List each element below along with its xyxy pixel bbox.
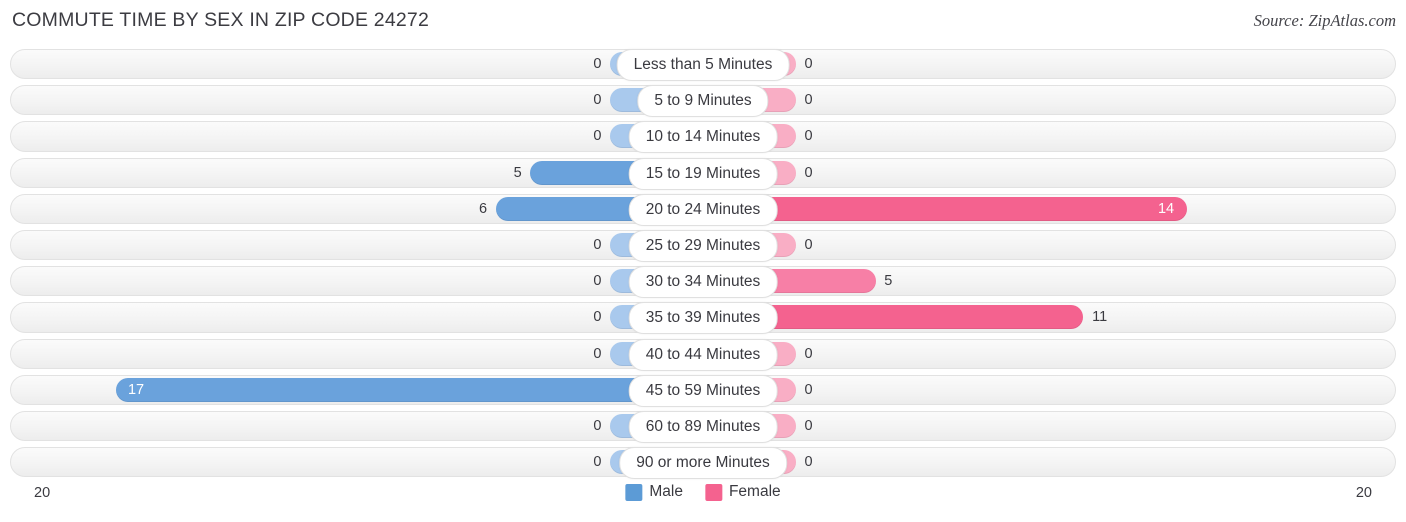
legend-swatch-male-icon (625, 483, 643, 501)
female-bar-slot (703, 269, 1394, 294)
chart-footer: 20 Male Female 20 (10, 482, 1396, 512)
category-label: 15 to 19 Minutes (628, 157, 778, 190)
legend-label-male: Male (649, 483, 683, 500)
legend-label-female: Female (728, 483, 781, 500)
female-value-label: 0 (804, 92, 813, 109)
category-label: 60 to 89 Minutes (628, 410, 778, 443)
axis-label-right-max: 20 (1355, 485, 1372, 501)
category-label: 10 to 14 Minutes (628, 121, 778, 154)
female-value-label: 0 (804, 164, 813, 181)
legend-item-male[interactable]: Male (625, 483, 683, 501)
chart-row: 5 0 15 to 19 Minutes (10, 155, 1396, 191)
chart-row: 0 11 35 to 39 Minutes (10, 299, 1396, 335)
chart-row: 6 14 20 to 24 Minutes (10, 191, 1396, 227)
chart-row: 0 0 10 to 14 Minutes (10, 118, 1396, 154)
male-value-label: 0 (593, 273, 602, 290)
male-value-label: 5 (513, 164, 522, 181)
chart-row: 0 0 5 to 9 Minutes (10, 82, 1396, 118)
source-attribution: Source: ZipAtlas.com (1253, 11, 1396, 30)
chart-row: 0 0 25 to 29 Minutes (10, 227, 1396, 263)
female-value-label: 11 (1092, 309, 1108, 326)
male-value-label: 6 (479, 200, 488, 217)
female-bar-slot (703, 196, 1394, 221)
commute-time-chart: COMMUTE TIME BY SEX IN ZIP CODE 24272 So… (0, 0, 1406, 522)
legend-item-female[interactable]: Female (704, 483, 781, 501)
male-value-label: 0 (593, 92, 602, 109)
male-value-label: 0 (593, 236, 602, 253)
chart-row: 0 0 60 to 89 Minutes (10, 408, 1396, 444)
male-bar-slot (12, 160, 703, 185)
chart-row: 0 0 Less than 5 Minutes (10, 46, 1396, 82)
female-value-label: 0 (804, 236, 813, 253)
category-label: Less than 5 Minutes (616, 49, 790, 81)
category-label: 30 to 34 Minutes (628, 266, 778, 299)
female-value-label: 0 (804, 345, 813, 362)
chart-row: 0 5 30 to 34 Minutes (10, 263, 1396, 299)
male-bar-slot (12, 196, 703, 221)
female-value-label: 0 (804, 417, 813, 434)
category-label: 35 to 39 Minutes (628, 302, 778, 335)
female-value-label: 5 (884, 273, 893, 290)
category-label: 40 to 44 Minutes (628, 338, 778, 371)
female-value-label: 0 (804, 454, 813, 471)
chart-row: 0 0 90 or more Minutes (10, 444, 1396, 480)
category-label: 25 to 29 Minutes (628, 229, 778, 262)
male-bar-slot (12, 377, 703, 402)
male-value-label: 0 (593, 56, 602, 72)
chart-row: 0 0 40 to 44 Minutes (10, 336, 1396, 372)
female-bar-slot (703, 305, 1394, 330)
male-value-label: 0 (593, 309, 602, 326)
category-label: 20 to 24 Minutes (628, 193, 778, 226)
female-value-label: 0 (804, 381, 813, 398)
female-value-label: 0 (804, 56, 813, 72)
chart-row: 17 0 45 to 59 Minutes (10, 372, 1396, 408)
female-value-label: 14 (1157, 200, 1175, 217)
category-label: 90 or more Minutes (619, 447, 787, 480)
male-value-label: 0 (593, 345, 602, 362)
male-bar[interactable] (115, 377, 703, 402)
male-value-label: 17 (127, 381, 145, 398)
chart-header: COMMUTE TIME BY SEX IN ZIP CODE 24272 So… (0, 0, 1406, 44)
legend-swatch-female-icon (704, 483, 722, 501)
male-value-label: 0 (593, 417, 602, 434)
category-label: 5 to 9 Minutes (637, 85, 769, 118)
page-title: COMMUTE TIME BY SEX IN ZIP CODE 24272 (12, 9, 430, 31)
axis-label-left-max: 20 (34, 485, 51, 501)
male-value-label: 0 (593, 454, 602, 471)
female-value-label: 0 (804, 128, 813, 145)
chart-legend: Male Female (625, 483, 781, 501)
male-value-label: 0 (593, 128, 602, 145)
category-label: 45 to 59 Minutes (628, 374, 778, 407)
chart-plot-area: 0 0 Less than 5 Minutes 0 0 5 to 9 Minutes 0 0 1… (10, 46, 1396, 480)
